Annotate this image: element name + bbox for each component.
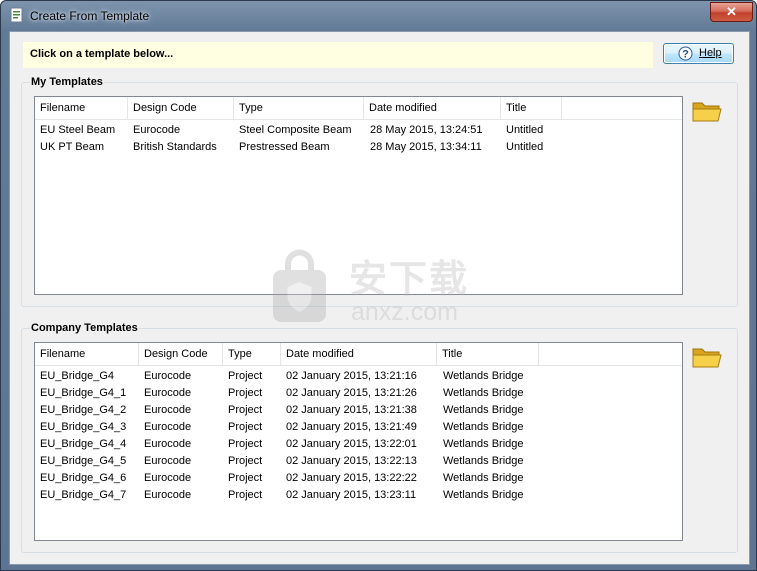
cell-type: Project xyxy=(228,387,263,399)
cell-filename: EU_Bridge_G4_5 xyxy=(40,455,127,467)
column-header-title[interactable]: Title xyxy=(501,97,562,119)
cell-filename: EU_Bridge_G4_7 xyxy=(40,489,127,501)
column-header-design-code[interactable]: Design Code xyxy=(139,343,223,365)
hint-bar: Click on a template below... xyxy=(23,42,653,68)
cell-title: Wetlands Bridge xyxy=(443,489,524,501)
table-row[interactable]: EU_Bridge_G4_2 Eurocode Project 02 Janua… xyxy=(35,402,682,419)
dialog-window: Create From Template ✕ Click on a templa… xyxy=(0,0,757,571)
cell-type: Project xyxy=(228,472,263,484)
company-templates-title: Company Templates xyxy=(30,322,139,334)
list-header: Filename Design Code Type Date modified … xyxy=(35,97,682,120)
cell-filename: EU Steel Beam xyxy=(40,124,116,136)
open-folder-icon[interactable] xyxy=(691,344,723,370)
cell-title: Wetlands Bridge xyxy=(443,370,524,382)
cell-type: Project xyxy=(228,370,263,382)
cell-title: Wetlands Bridge xyxy=(443,404,524,416)
cell-type: Project xyxy=(228,438,263,450)
cell-date-modified: 02 January 2015, 13:21:26 xyxy=(286,387,417,399)
cell-filename: EU_Bridge_G4_3 xyxy=(40,421,127,433)
help-label: Help xyxy=(699,47,722,59)
column-header-design-code[interactable]: Design Code xyxy=(128,97,234,119)
table-row[interactable]: EU_Bridge_G4_1 Eurocode Project 02 Janua… xyxy=(35,385,682,402)
cell-filename: EU_Bridge_G4 xyxy=(40,370,114,382)
cell-date-modified: 28 May 2015, 13:24:51 xyxy=(370,124,483,136)
help-icon: ? xyxy=(678,46,693,61)
cell-design-code: Eurocode xyxy=(144,472,192,484)
cell-type: Project xyxy=(228,404,263,416)
cell-date-modified: 02 January 2015, 13:22:01 xyxy=(286,438,417,450)
company-templates-list[interactable]: Filename Design Code Type Date modified … xyxy=(34,342,683,541)
column-header-filename[interactable]: Filename xyxy=(35,97,128,119)
cell-date-modified: 02 January 2015, 13:21:16 xyxy=(286,370,417,382)
cell-design-code: Eurocode xyxy=(144,370,192,382)
cell-type: Prestressed Beam xyxy=(239,141,330,153)
cell-design-code: Eurocode xyxy=(144,489,192,501)
table-row[interactable]: EU_Bridge_G4_7 Eurocode Project 02 Janua… xyxy=(35,487,682,504)
cell-filename: UK PT Beam xyxy=(40,141,104,153)
column-header-title[interactable]: Title xyxy=(437,343,539,365)
cell-filename: EU_Bridge_G4_6 xyxy=(40,472,127,484)
cell-title: Wetlands Bridge xyxy=(443,421,524,433)
app-icon xyxy=(10,7,23,23)
help-button[interactable]: ? Help xyxy=(663,43,734,64)
open-folder-icon[interactable] xyxy=(691,98,723,124)
table-row[interactable]: UK PT Beam British Standards Prestressed… xyxy=(35,139,682,156)
cell-date-modified: 28 May 2015, 13:34:11 xyxy=(370,141,482,153)
my-templates-list[interactable]: Filename Design Code Type Date modified … xyxy=(34,96,683,295)
column-header-filename[interactable]: Filename xyxy=(35,343,139,365)
cell-title: Wetlands Bridge xyxy=(443,455,524,467)
table-row[interactable]: EU_Bridge_G4_3 Eurocode Project 02 Janua… xyxy=(35,419,682,436)
cell-filename: EU_Bridge_G4_1 xyxy=(40,387,127,399)
cell-type: Steel Composite Beam xyxy=(239,124,352,136)
list-header: Filename Design Code Type Date modified … xyxy=(35,343,682,366)
svg-text:?: ? xyxy=(682,49,689,61)
cell-title: Wetlands Bridge xyxy=(443,387,524,399)
table-row[interactable]: EU_Bridge_G4_5 Eurocode Project 02 Janua… xyxy=(35,453,682,470)
table-row[interactable]: EU Steel Beam Eurocode Steel Composite B… xyxy=(35,122,682,139)
cell-title: Wetlands Bridge xyxy=(443,472,524,484)
cell-design-code: British Standards xyxy=(133,141,217,153)
cell-filename: EU_Bridge_G4_2 xyxy=(40,404,127,416)
my-templates-title: My Templates xyxy=(30,76,104,88)
column-header-type[interactable]: Type xyxy=(223,343,281,365)
table-row[interactable]: EU_Bridge_G4_6 Eurocode Project 02 Janua… xyxy=(35,470,682,487)
hint-text: Click on a template below... xyxy=(30,48,174,60)
cell-filename: EU_Bridge_G4_4 xyxy=(40,438,127,450)
cell-type: Project xyxy=(228,455,263,467)
cell-title: Untitled xyxy=(506,141,544,153)
table-row[interactable]: EU_Bridge_G4 Eurocode Project 02 January… xyxy=(35,368,682,385)
cell-date-modified: 02 January 2015, 13:21:38 xyxy=(286,404,417,416)
window-title: Create From Template xyxy=(30,9,150,23)
title-bar[interactable]: Create From Template ✕ xyxy=(1,1,756,31)
cell-design-code: Eurocode xyxy=(133,124,181,136)
column-header-date-modified[interactable]: Date modified xyxy=(364,97,501,119)
cell-date-modified: 02 January 2015, 13:22:13 xyxy=(286,455,417,467)
dialog-client-area: Click on a template below... ? Help My T… xyxy=(9,31,750,565)
cell-design-code: Eurocode xyxy=(144,404,192,416)
cell-date-modified: 02 January 2015, 13:23:11 xyxy=(286,489,417,501)
cell-title: Wetlands Bridge xyxy=(443,438,524,450)
close-icon: ✕ xyxy=(726,4,737,19)
cell-type: Project xyxy=(228,421,263,433)
cell-date-modified: 02 January 2015, 13:22:22 xyxy=(286,472,417,484)
column-header-date-modified[interactable]: Date modified xyxy=(281,343,437,365)
cell-date-modified: 02 January 2015, 13:21:49 xyxy=(286,421,417,433)
cell-design-code: Eurocode xyxy=(144,387,192,399)
column-header-type[interactable]: Type xyxy=(234,97,364,119)
cell-design-code: Eurocode xyxy=(144,421,192,433)
cell-design-code: Eurocode xyxy=(144,455,192,467)
cell-type: Project xyxy=(228,489,263,501)
cell-title: Untitled xyxy=(506,124,544,136)
table-row[interactable]: EU_Bridge_G4_4 Eurocode Project 02 Janua… xyxy=(35,436,682,453)
close-button[interactable]: ✕ xyxy=(710,2,753,22)
cell-design-code: Eurocode xyxy=(144,438,192,450)
